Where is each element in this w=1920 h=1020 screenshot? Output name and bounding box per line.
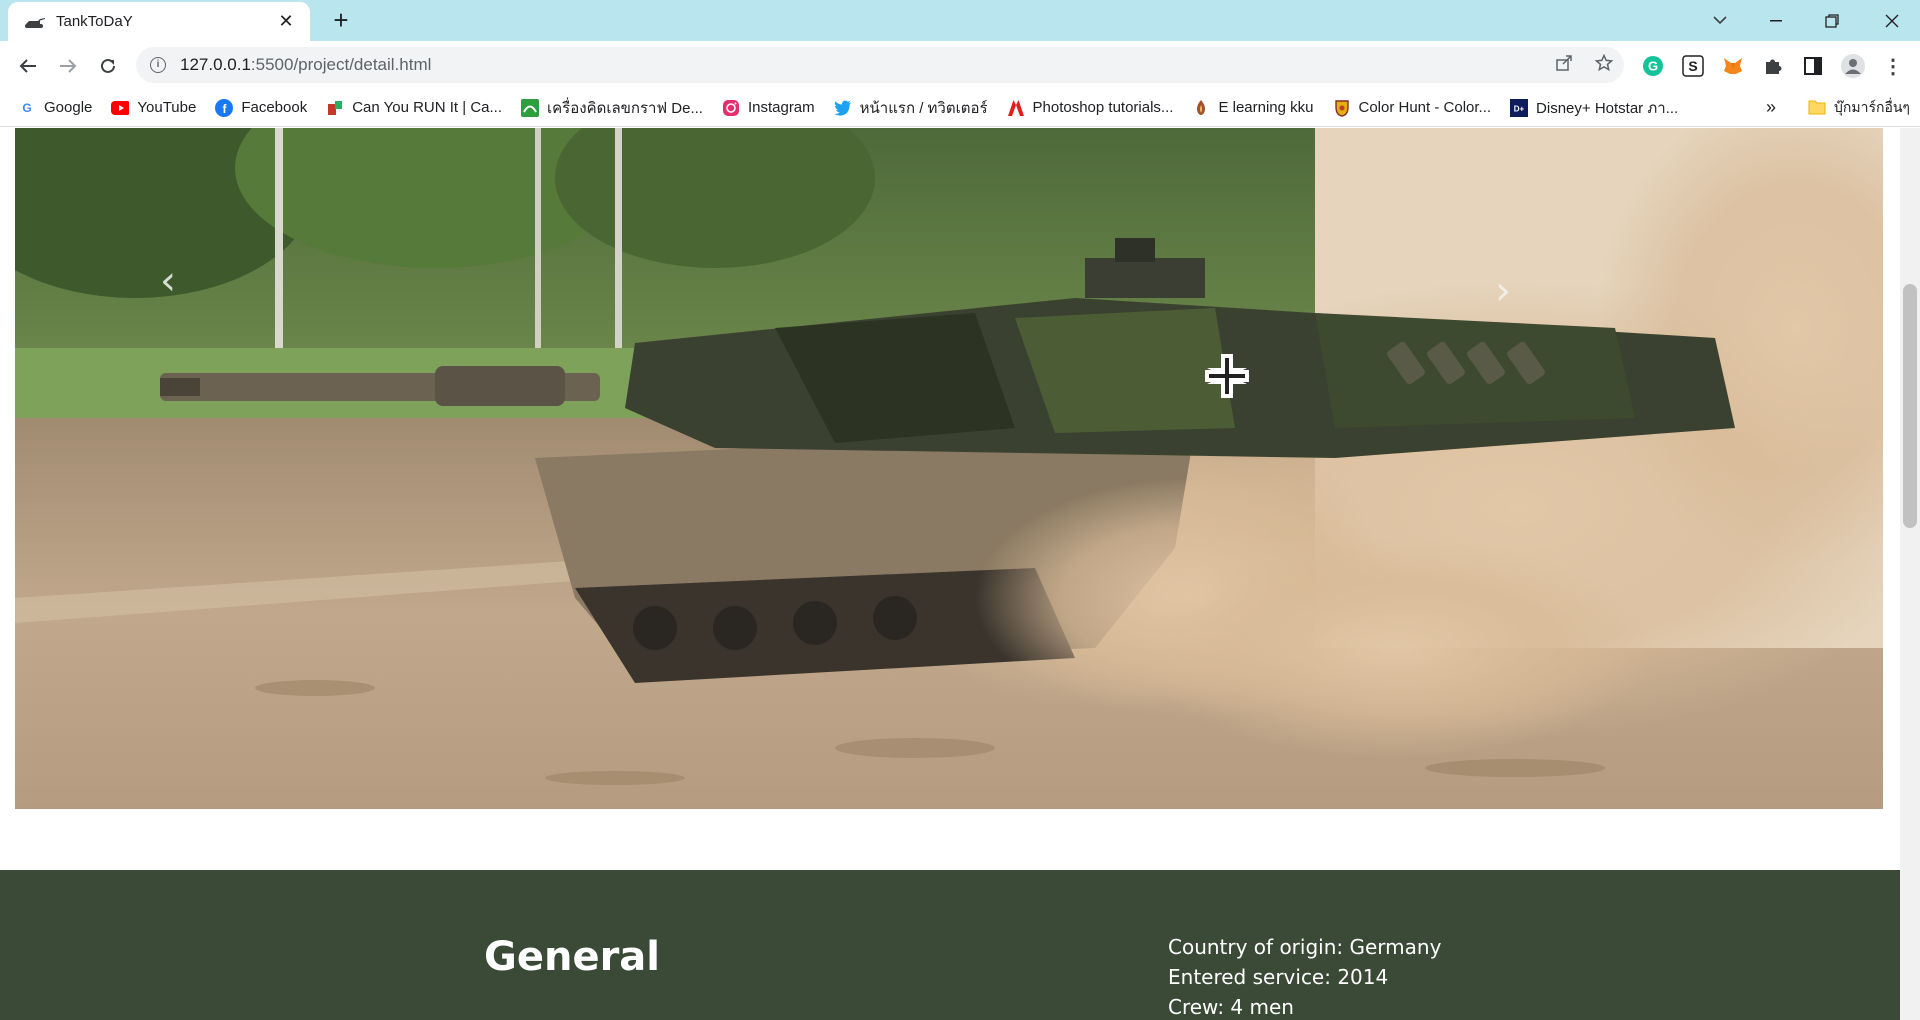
- bookmark-facebook[interactable]: f Facebook: [215, 98, 308, 117]
- facebook-icon: f: [215, 98, 234, 117]
- reload-button[interactable]: [92, 50, 124, 82]
- new-tab-button[interactable]: +: [326, 6, 356, 36]
- tab-close-icon[interactable]: ✕: [276, 11, 296, 32]
- bookmarks-overflow-button[interactable]: »: [1766, 89, 1776, 127]
- folder-icon: [1808, 99, 1826, 118]
- spec-item: Country of origin: Germany: [1168, 935, 1442, 959]
- tank-favicon-icon: [24, 14, 46, 30]
- url-host: 127.0.0.1: [180, 55, 251, 74]
- forward-button[interactable]: [52, 50, 84, 82]
- bookmark-label: Instagram: [747, 99, 815, 116]
- hotstar-icon: D+: [1510, 98, 1529, 117]
- svg-text:G: G: [1648, 59, 1658, 74]
- bookmark-youtube[interactable]: YouTube: [111, 99, 196, 117]
- bookmark-label: เครื่องคิดเลขกราฟ De...: [547, 99, 703, 117]
- bookmark-elearning[interactable]: E learning kku: [1192, 99, 1314, 117]
- bookmarks-bar: G Google YouTube f Facebook Can You RUN …: [0, 89, 1920, 127]
- bookmark-twitter[interactable]: หน้าแรก / ทวิตเตอร์: [834, 96, 988, 120]
- page-scrollbar[interactable]: [1900, 128, 1920, 1020]
- metamask-icon[interactable]: [1720, 53, 1746, 79]
- scrollbar-thumb[interactable]: [1903, 284, 1917, 528]
- chrome-menu-icon[interactable]: ⋮: [1880, 53, 1906, 79]
- bookmark-desmos[interactable]: เครื่องคิดเลขกราฟ De...: [521, 96, 703, 120]
- bookmark-label: Photoshop tutorials...: [1032, 99, 1174, 116]
- tab-strip: TankToDaY ✕ +: [0, 0, 1920, 41]
- hero-carousel: ‹ ›: [15, 128, 1883, 809]
- tab-search-icon[interactable]: [1692, 0, 1748, 41]
- instagram-icon: [722, 99, 740, 117]
- site-info-icon[interactable]: i: [150, 57, 166, 73]
- bookmark-colorhunt[interactable]: Color Hunt - Color...: [1333, 99, 1492, 117]
- spec-item: Entered service: 2014: [1168, 965, 1389, 989]
- other-bookmarks-folder[interactable]: บุ๊กมาร์กอื่นๆ: [1808, 89, 1910, 127]
- tab-title: TankToDaY: [56, 13, 133, 30]
- bookmark-label: หน้าแรก / ทวิตเตอร์: [859, 99, 988, 117]
- address-bar[interactable]: i 127.0.0.1:5500/project/detail.html: [136, 47, 1624, 83]
- bookmark-google[interactable]: G Google: [18, 99, 92, 117]
- page-viewport: ‹ › General Country of origin: Germany E…: [0, 128, 1920, 1020]
- bookmark-canyourunit[interactable]: Can You RUN It | Ca...: [326, 99, 502, 117]
- url-text[interactable]: 127.0.0.1:5500/project/detail.html: [180, 55, 1544, 75]
- youtube-icon: [111, 99, 130, 117]
- restore-button[interactable]: [1804, 0, 1860, 41]
- grammarly-icon[interactable]: G: [1640, 53, 1666, 79]
- section-heading: General: [484, 934, 660, 980]
- svg-text:S: S: [1688, 58, 1697, 74]
- bookmark-label: Disney+ Hotstar ภา...: [1536, 99, 1679, 117]
- adobe-icon: [1007, 99, 1025, 117]
- desmos-icon: [521, 98, 540, 117]
- bookmark-label: Color Hunt - Color...: [1358, 99, 1492, 116]
- extensions-puzzle-icon[interactable]: [1760, 53, 1786, 79]
- carousel-next-button[interactable]: ›: [1495, 268, 1511, 314]
- carousel-prev-button[interactable]: ‹: [160, 258, 176, 304]
- side-panel-icon[interactable]: [1800, 53, 1826, 79]
- colorhunt-icon: [1333, 99, 1351, 117]
- bookmark-label: E learning kku: [1218, 99, 1314, 116]
- spec-item: Crew: 4 men: [1168, 995, 1294, 1019]
- url-path: :5500/project/detail.html: [250, 55, 432, 74]
- bookmark-photoshop[interactable]: Photoshop tutorials...: [1007, 99, 1174, 117]
- google-icon: G: [22, 100, 32, 115]
- bookmark-label: YouTube: [137, 99, 197, 116]
- browser-tab[interactable]: TankToDaY ✕: [8, 2, 310, 41]
- profile-avatar[interactable]: [1840, 53, 1866, 79]
- share-icon[interactable]: [1544, 54, 1584, 77]
- browser-toolbar: i 127.0.0.1:5500/project/detail.html G S…: [0, 41, 1920, 89]
- s-extension-icon[interactable]: S: [1680, 53, 1706, 79]
- back-button[interactable]: [12, 50, 44, 82]
- bookmark-label: Google: [44, 99, 93, 116]
- bookmark-label: Facebook: [241, 99, 308, 116]
- bookmark-instagram[interactable]: Instagram: [722, 99, 815, 117]
- close-window-button[interactable]: [1864, 0, 1920, 41]
- twitter-icon: [834, 99, 852, 117]
- other-bookmarks-label: บุ๊กมาร์กอื่นๆ: [1834, 99, 1910, 115]
- minimize-button[interactable]: [1748, 0, 1804, 41]
- bookmark-star-icon[interactable]: [1584, 53, 1624, 77]
- canyourunit-icon: [326, 99, 344, 117]
- tank-hero-image: [15, 128, 1883, 809]
- spec-list: Country of origin: Germany Entered servi…: [1168, 932, 1441, 1020]
- svg-text:D+: D+: [1514, 104, 1525, 113]
- bookmark-label: Can You RUN It | Ca...: [352, 99, 503, 116]
- bookmark-hotstar[interactable]: D+ Disney+ Hotstar ภา...: [1510, 96, 1678, 120]
- general-info-section: General Country of origin: Germany Enter…: [0, 870, 1900, 1020]
- kku-icon: [1192, 99, 1210, 117]
